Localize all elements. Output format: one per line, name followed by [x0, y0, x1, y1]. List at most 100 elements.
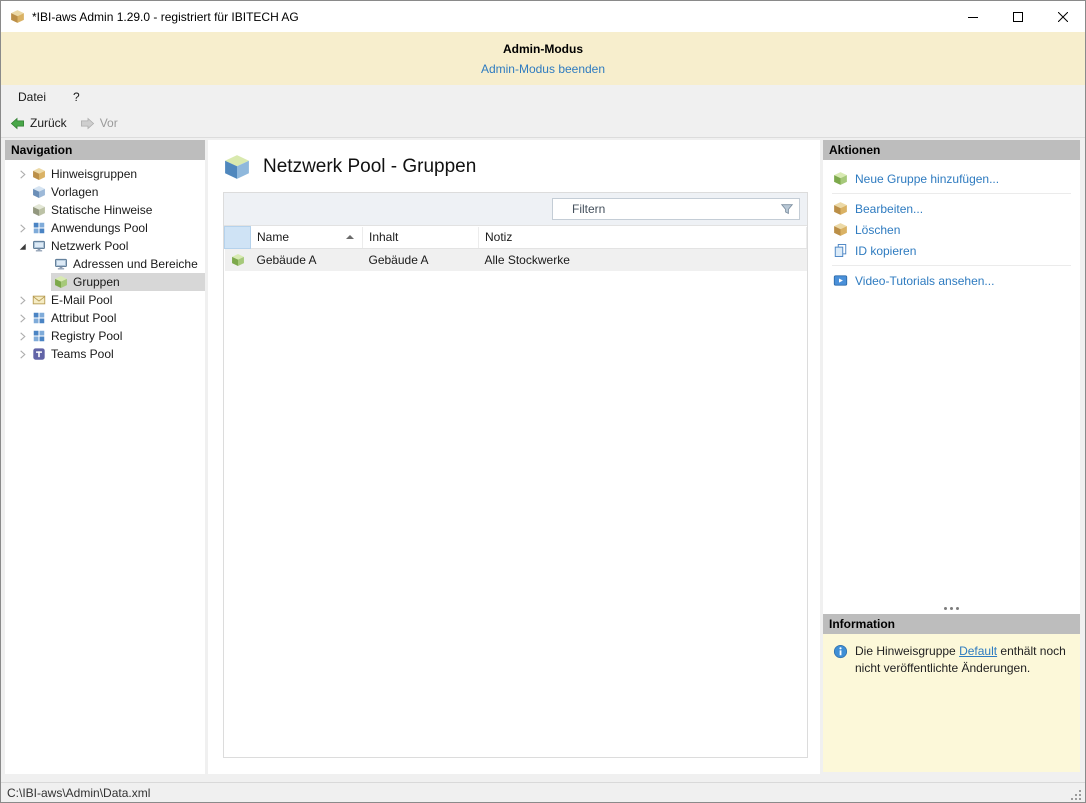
action-label: Bearbeiten...: [855, 201, 924, 216]
action-add-group[interactable]: Neue Gruppe hinzufügen...: [823, 168, 1080, 189]
admin-mode-title: Admin-Modus: [503, 42, 583, 56]
page-title: Netzwerk Pool - Gruppen: [263, 156, 477, 177]
chevron-down-icon[interactable]: [15, 239, 29, 253]
menu-item-help[interactable]: ?: [73, 90, 80, 104]
chevron-right-icon[interactable]: [15, 311, 29, 325]
action-edit[interactable]: Bearbeiten...: [823, 198, 1080, 219]
package-delete-icon: [833, 222, 848, 237]
content-panel: Netzwerk Pool - Gruppen Filtern Name Inh…: [208, 140, 820, 774]
navigation-panel: Navigation Hinweisgruppen Vorlagen Stati…: [5, 140, 205, 774]
info-text-prefix: Die Hinweisgruppe: [855, 644, 960, 658]
minimize-button[interactable]: [950, 1, 995, 32]
nav-item-label: Attribut Pool: [51, 311, 117, 325]
nav-item-netzwerk-pool[interactable]: Netzwerk Pool: [5, 237, 205, 255]
column-header-name[interactable]: Name: [250, 226, 363, 249]
nav-item-teams-pool[interactable]: Teams Pool: [5, 345, 205, 363]
app-grid-icon: [32, 311, 46, 325]
maximize-button[interactable]: [995, 1, 1040, 32]
action-copy-id[interactable]: ID kopieren: [823, 240, 1080, 261]
menubar: Datei ?: [1, 85, 1085, 109]
content-header: Netzwerk Pool - Gruppen: [223, 140, 808, 192]
chevron-right-icon[interactable]: [15, 329, 29, 343]
navigation-tree: Hinweisgruppen Vorlagen Statische Hinwei…: [5, 160, 205, 774]
nav-item-label: Registry Pool: [51, 329, 123, 343]
information-header: Information: [823, 614, 1080, 634]
package-icon: [32, 167, 46, 181]
nav-item-email-pool[interactable]: E-Mail Pool: [5, 291, 205, 309]
actions-list: Neue Gruppe hinzufügen... Bearbeiten... …: [823, 160, 1080, 602]
nav-item-registry-pool[interactable]: Registry Pool: [5, 327, 205, 345]
nav-item-statische-hinweise[interactable]: Statische Hinweise: [5, 201, 205, 219]
package-icon: [231, 253, 245, 267]
close-icon: [1057, 11, 1068, 22]
nav-item-label: Vorlagen: [51, 185, 99, 199]
column-header-label: Notiz: [485, 230, 513, 245]
cell-name: Gebäude A: [256, 252, 317, 267]
main-area: Navigation Hinweisgruppen Vorlagen Stati…: [1, 138, 1085, 782]
nav-item-anwendungs-pool[interactable]: Anwendungs Pool: [5, 219, 205, 237]
package-icon: [32, 185, 46, 199]
nav-item-label: Teams Pool: [51, 347, 114, 361]
action-video-tutorials[interactable]: Video-Tutorials ansehen...: [823, 270, 1080, 291]
actions-panel: Aktionen Neue Gruppe hinzufügen... Bearb…: [823, 140, 1080, 772]
envelope-icon: [32, 293, 46, 307]
chevron-right-icon[interactable]: [15, 347, 29, 361]
column-header-inhalt[interactable]: Inhalt: [362, 226, 479, 249]
row-selector-header[interactable]: [224, 226, 251, 249]
navigation-header: Navigation: [5, 140, 205, 160]
panel-splitter[interactable]: [823, 602, 1080, 614]
status-file-path: C:\IBI-aws\Admin\Data.xml: [7, 785, 151, 800]
nav-item-label: Adressen und Bereiche: [73, 257, 198, 271]
chevron-right-icon[interactable]: [15, 293, 29, 307]
admin-mode-exit-link[interactable]: Admin-Modus beenden: [481, 62, 605, 76]
menu-item-datei[interactable]: Datei: [18, 90, 46, 104]
back-button-label: Zurück: [30, 116, 67, 130]
package-add-icon: [833, 171, 848, 186]
filter-bar: [224, 193, 807, 226]
separator: [832, 265, 1071, 266]
info-icon: [833, 644, 848, 659]
nav-item-gruppen[interactable]: Gruppen: [5, 273, 205, 291]
column-header-label: Name: [257, 230, 290, 245]
filter-funnel-icon[interactable]: [780, 202, 794, 216]
titlebar: *IBI-aws Admin 1.29.0 - registriert für …: [1, 1, 1085, 32]
statusbar: C:\IBI-aws\Admin\Data.xml: [1, 782, 1085, 802]
chevron-right-icon[interactable]: [15, 221, 29, 235]
information-message: Die Hinweisgruppe Default enthält noch n…: [855, 643, 1070, 677]
action-label: Video-Tutorials ansehen...: [855, 273, 995, 288]
network-monitor-icon: [54, 257, 68, 271]
resize-grip-icon[interactable]: [1070, 789, 1083, 802]
table-row[interactable]: Gebäude A Gebäude A Alle Stockwerke: [224, 248, 807, 271]
nav-item-attribut-pool[interactable]: Attribut Pool: [5, 309, 205, 327]
minimize-icon: [967, 16, 978, 18]
nav-item-adressen-und-bereiche[interactable]: Adressen und Bereiche: [5, 255, 205, 273]
copy-icon: [833, 243, 848, 258]
teams-icon: [32, 347, 46, 361]
app-grid-icon: [32, 221, 46, 235]
close-button[interactable]: [1040, 1, 1085, 32]
back-arrow-icon: [10, 116, 25, 131]
filter-box: [552, 198, 800, 220]
forward-button[interactable]: Vor: [80, 116, 118, 131]
cell-notiz: Alle Stockwerke: [484, 252, 570, 267]
nav-item-hinweisgruppen[interactable]: Hinweisgruppen: [5, 165, 205, 183]
column-header-notiz[interactable]: Notiz: [478, 226, 807, 249]
chevron-right-icon[interactable]: [15, 167, 29, 181]
forward-arrow-icon: [80, 116, 95, 131]
back-button[interactable]: Zurück: [10, 116, 67, 131]
nav-item-vorlagen[interactable]: Vorlagen: [5, 183, 205, 201]
action-label: ID kopieren: [855, 243, 917, 258]
default-group-link[interactable]: Default: [959, 644, 997, 658]
nav-item-label: Statische Hinweise: [51, 203, 153, 217]
nav-item-label: Hinweisgruppen: [51, 167, 138, 181]
cell-inhalt: Gebäude A: [368, 252, 429, 267]
information-panel: Die Hinweisgruppe Default enthält noch n…: [823, 634, 1080, 772]
action-delete[interactable]: Löschen: [823, 219, 1080, 240]
nav-item-label: Anwendungs Pool: [51, 221, 148, 235]
maximize-icon: [1012, 11, 1023, 22]
nav-item-label: E-Mail Pool: [51, 293, 113, 307]
filter-input[interactable]: [558, 202, 780, 216]
